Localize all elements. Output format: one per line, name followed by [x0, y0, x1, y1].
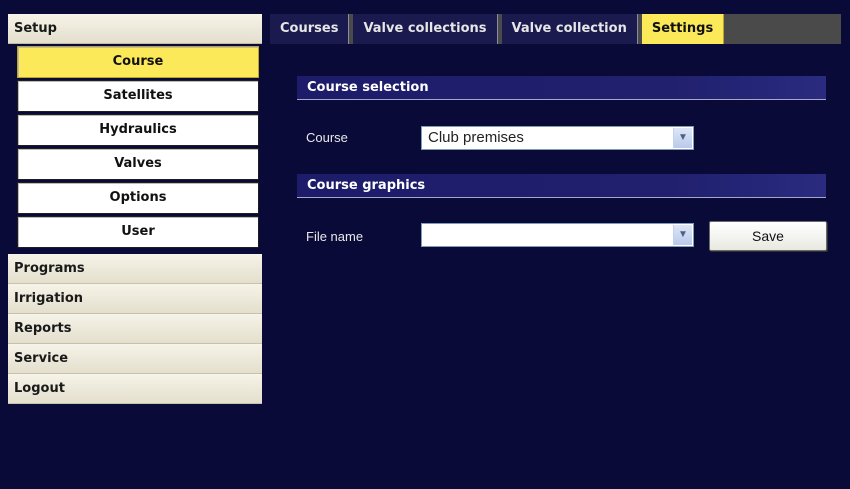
sidebar-section-reports[interactable]: Reports [8, 314, 262, 344]
sidebar-item-valves[interactable]: Valves [17, 148, 259, 180]
course-select[interactable]: Club premises ▼ [421, 126, 694, 150]
sidebar-section-programs[interactable]: Programs [8, 254, 262, 284]
sidebar-section-service[interactable]: Service [8, 344, 262, 374]
sidebar-item-satellites[interactable]: Satellites [17, 80, 259, 112]
tab-valve-collections[interactable]: Valve collections [353, 14, 498, 44]
setup-submenu: Course Satellites Hydraulics Valves Opti… [8, 44, 262, 254]
tab-courses[interactable]: Courses [270, 14, 350, 44]
tab-valve-collection[interactable]: Valve collection [501, 14, 638, 44]
app-window: Setup Course Satellites Hydraulics Valve… [0, 0, 850, 489]
course-selection-header: Course selection [297, 76, 826, 100]
sidebar-section-logout[interactable]: Logout [8, 374, 262, 404]
save-button[interactable]: Save [709, 221, 827, 251]
course-select-value: Club premises [428, 129, 524, 146]
sidebar-header-setup[interactable]: Setup [8, 14, 262, 44]
file-name-select[interactable]: ▼ [421, 223, 694, 247]
chevron-down-icon[interactable]: ▼ [673, 225, 692, 245]
course-label: Course [306, 130, 348, 145]
sidebar-section-irrigation[interactable]: Irrigation [8, 284, 262, 314]
sidebar: Setup Course Satellites Hydraulics Valve… [8, 14, 262, 404]
main-panel: Course selection Course Club premises ▼ … [270, 44, 841, 489]
sidebar-item-hydraulics[interactable]: Hydraulics [17, 114, 259, 146]
course-graphics-header: Course graphics [297, 174, 826, 198]
tab-bar: Courses Valve collections Valve collecti… [270, 14, 728, 44]
sidebar-item-course[interactable]: Course [17, 46, 259, 78]
file-name-label: File name [306, 229, 364, 244]
sidebar-item-user[interactable]: User [17, 216, 259, 248]
tab-settings[interactable]: Settings [641, 14, 725, 44]
sidebar-item-options[interactable]: Options [17, 182, 259, 214]
chevron-down-icon[interactable]: ▼ [673, 128, 692, 148]
